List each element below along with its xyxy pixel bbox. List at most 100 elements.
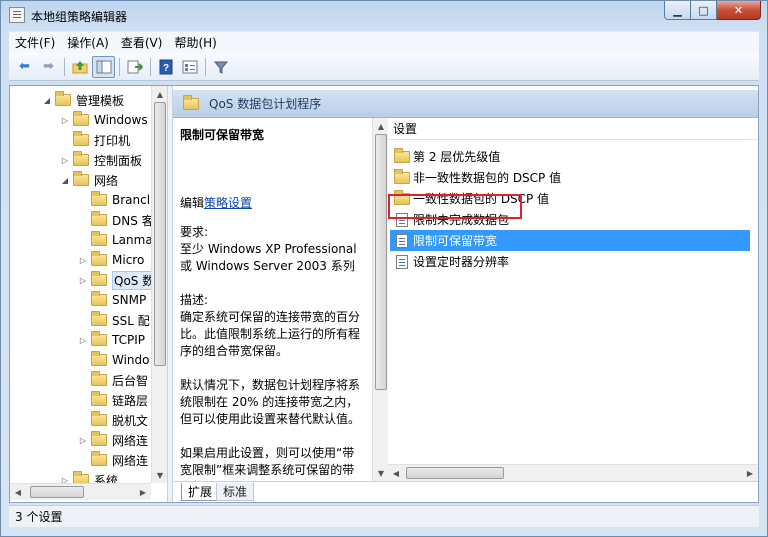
tree-item-windows[interactable]: ▷ Windows	[60, 110, 148, 130]
expander-icon[interactable]: ▷	[78, 335, 88, 345]
tree-item-windows-connect[interactable]: Windo	[78, 350, 150, 370]
tree-item-control-panel[interactable]: ▷ 控制面板	[60, 150, 142, 170]
expander-icon	[78, 375, 88, 385]
tree-item-network-connectivity[interactable]: 网络连	[78, 450, 148, 470]
list-item[interactable]: 第 2 层优先级值	[390, 146, 750, 167]
list-item[interactable]: 一致性数据包的 DSCP 值	[390, 188, 750, 209]
maximize-button[interactable]: □	[691, 1, 717, 20]
folder-icon	[394, 189, 410, 205]
expander-icon	[78, 215, 88, 225]
menu-bar: 文件(F) 操作(A) 查看(V) 帮助(H)	[9, 31, 759, 53]
folder-icon	[73, 151, 89, 166]
description-scrollbar[interactable]: ▲ ▼	[372, 118, 388, 481]
export-list-button[interactable]	[123, 56, 146, 78]
menu-help[interactable]: 帮助(H)	[168, 34, 222, 51]
tree-item-network[interactable]: ◢ 网络	[60, 170, 118, 190]
properties-button[interactable]	[178, 56, 201, 78]
toolbar-separator	[205, 57, 206, 76]
policy-setting-icon	[396, 233, 408, 248]
tree-item-tcpip[interactable]: ▷ TCPIP	[78, 330, 145, 350]
list-item[interactable]: 非一致性数据包的 DSCP 值	[390, 167, 750, 188]
details-header-title: QoS 数据包计划程序	[209, 97, 322, 111]
list-item[interactable]: 限制未完成数据包	[390, 209, 750, 230]
tree-item-bits[interactable]: 后台智	[78, 370, 148, 390]
toolbar: ⬅ ➡ ?	[9, 53, 759, 81]
expander-icon	[78, 355, 88, 365]
tree-item-admin-templates[interactable]: ◢ 管理模板	[42, 90, 124, 110]
expander-icon[interactable]: ▷	[78, 435, 88, 445]
menu-action[interactable]: 操作(A)	[61, 34, 115, 51]
filter-icon	[213, 61, 228, 74]
tree-item-snmp[interactable]: SNMP	[78, 290, 146, 310]
expander-icon[interactable]: ◢	[42, 95, 52, 105]
tree-item-dns-client[interactable]: DNS 客	[78, 210, 154, 230]
list-item-selected[interactable]: 限制可保留带宽	[390, 230, 750, 251]
tree-item-link-layer[interactable]: 链路层	[78, 390, 148, 410]
requirements-label: 要求:	[180, 225, 209, 239]
scroll-left-icon[interactable]: ◀	[10, 484, 26, 500]
show-hide-tree-button[interactable]	[92, 55, 115, 78]
tree-item-ssl[interactable]: SSL 配	[78, 310, 150, 330]
expander-icon[interactable]: ▷	[78, 255, 88, 265]
scroll-thumb[interactable]	[30, 486, 84, 498]
settings-column-header[interactable]: 设置	[388, 118, 758, 140]
forward-button[interactable]: ➡	[37, 56, 60, 78]
expander-icon	[78, 455, 88, 465]
folder-icon	[91, 391, 107, 406]
expander-icon[interactable]: ▷	[60, 155, 70, 165]
tree-item-offline-files[interactable]: 脱机文	[78, 410, 148, 430]
folder-icon	[394, 147, 410, 163]
status-text: 3 个设置	[15, 510, 63, 524]
tab-extended[interactable]: 扩展	[181, 483, 220, 501]
status-bar: 3 个设置	[9, 505, 759, 527]
scroll-left-icon[interactable]: ◀	[388, 465, 404, 481]
tree-item-qos[interactable]: ▷ QoS 数	[78, 270, 157, 290]
scroll-down-icon[interactable]: ▼	[373, 465, 389, 481]
folder-icon	[91, 291, 107, 306]
close-button[interactable]: ✕	[717, 1, 761, 20]
expander-icon[interactable]: ▷	[60, 115, 70, 125]
scroll-thumb[interactable]	[375, 134, 387, 390]
policy-setting-icon	[396, 254, 408, 269]
folder-icon	[91, 411, 107, 426]
tree-item-network-connections[interactable]: ▷ 网络连	[78, 430, 148, 450]
tree-item-lanman[interactable]: Lanma	[78, 230, 153, 250]
expander-icon[interactable]: ◢	[60, 175, 70, 185]
menu-view[interactable]: 查看(V)	[115, 34, 169, 51]
tree-item-microsoft[interactable]: ▷ Micro	[78, 250, 144, 270]
filter-button[interactable]	[209, 56, 232, 78]
help-icon: ?	[159, 59, 172, 74]
window-title: 本地组策略编辑器	[31, 10, 128, 24]
svg-text:?: ?	[162, 63, 168, 74]
tree-item-printers[interactable]: 打印机	[60, 130, 130, 150]
tree-horizontal-scrollbar[interactable]: ◀ ▶	[10, 483, 151, 500]
tree-item-branchcache[interactable]: Brancl	[78, 190, 150, 210]
folder-icon	[91, 211, 107, 226]
folder-icon	[91, 431, 107, 446]
list-item[interactable]: 设置定时器分辨率	[390, 251, 750, 272]
policy-setting-icon	[396, 212, 408, 227]
settings-horizontal-scrollbar[interactable]: ◀ ▶	[388, 464, 758, 481]
description-paragraph-3: 如果启用此设置，则可以使用“带宽限制”框来调整系统可保留的带宽数量。	[180, 446, 355, 481]
scroll-down-icon[interactable]: ▼	[152, 467, 167, 483]
folder-icon	[91, 311, 107, 326]
folder-icon	[91, 191, 107, 206]
tab-standard[interactable]: 标准	[216, 483, 255, 501]
scroll-up-icon[interactable]: ▲	[152, 86, 167, 102]
scroll-thumb[interactable]	[406, 467, 504, 479]
folder-icon	[73, 171, 89, 186]
help-button[interactable]: ?	[154, 56, 177, 78]
scroll-right-icon[interactable]: ▶	[135, 484, 151, 500]
up-level-button[interactable]	[68, 56, 91, 78]
menu-file[interactable]: 文件(F)	[9, 34, 61, 51]
back-button[interactable]: ⬅	[13, 56, 36, 78]
description-title: 限制可保留带宽	[180, 128, 265, 142]
scroll-up-icon[interactable]: ▲	[373, 118, 389, 134]
minimize-button[interactable]: ▁	[664, 1, 691, 20]
description-body: 要求: 至少 Windows XP Professional 或 Windows…	[180, 224, 365, 481]
scroll-thumb[interactable]	[154, 102, 166, 366]
tree-vertical-scrollbar[interactable]: ▲ ▼	[151, 86, 167, 483]
scroll-right-icon[interactable]: ▶	[742, 465, 758, 481]
edit-policy-link[interactable]: 策略设置	[204, 196, 252, 210]
expander-icon[interactable]: ▷	[78, 275, 88, 285]
